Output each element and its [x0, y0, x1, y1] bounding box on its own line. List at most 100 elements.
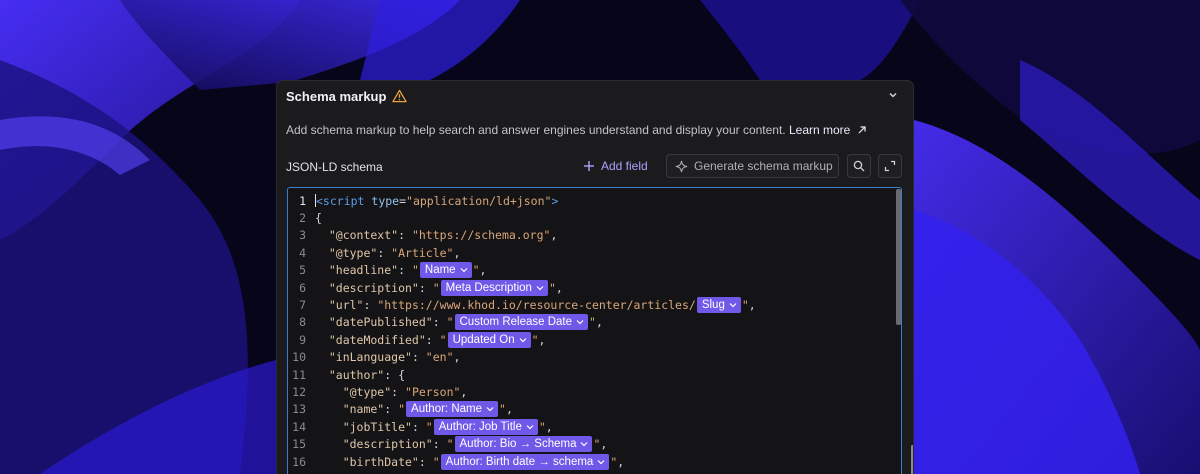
sparkle-icon: [675, 160, 688, 172]
line-number: 9: [299, 332, 306, 347]
chevron-down-icon: [536, 285, 544, 291]
line-number: 13: [292, 402, 306, 417]
variable-token[interactable]: Author: Name: [406, 401, 498, 418]
schema-label: JSON-LD schema: [286, 160, 383, 174]
code-token: ,: [550, 228, 558, 243]
code-line[interactable]: 3 "@context": "https://schema.org",: [288, 227, 557, 244]
code-token: "birthDate": [315, 454, 419, 469]
code-line[interactable]: 4 "@type": "Article",: [288, 244, 460, 261]
panel-scrollbar[interactable]: [911, 445, 913, 474]
variable-token-label: Author: Name: [411, 403, 482, 416]
code-token: ": [610, 454, 618, 469]
expand-button[interactable]: [878, 154, 902, 178]
code-line[interactable]: 17 "birthPlace": {: [288, 470, 446, 474]
code-line[interactable]: 15 "description": " Author: Bio → Schema "…: [288, 436, 607, 453]
code-token: :: [432, 437, 447, 452]
code-token: ,: [600, 437, 608, 452]
code-token: ": [411, 263, 419, 278]
code-line[interactable]: 13 "name": " Author: Name ",: [288, 401, 513, 418]
code-token: ,: [617, 454, 625, 469]
code-token: "description": [315, 280, 419, 295]
code-token: ,: [479, 263, 487, 278]
search-button[interactable]: [847, 154, 871, 178]
code-line[interactable]: 11 "author": {: [288, 366, 405, 383]
code-token: ,: [748, 298, 756, 313]
code-token: :: [411, 350, 426, 365]
code-token: ,: [555, 280, 563, 295]
code-token: "url": [315, 298, 364, 313]
arrow-up-right-icon: [858, 126, 866, 134]
code-token: =: [399, 193, 407, 208]
code-token: "Person": [405, 385, 461, 400]
plus-icon: [584, 161, 594, 171]
line-number: 15: [292, 437, 306, 452]
code-token: ": [531, 332, 539, 347]
code-editor[interactable]: 1 <script type = "application/ld+json" >2{3 …: [287, 187, 902, 474]
line-number: 3: [299, 228, 306, 243]
variable-token-label: Updated On: [452, 333, 515, 346]
code-token: ": [589, 315, 596, 330]
code-token: >: [551, 193, 559, 208]
code-token: "dateModified": [315, 332, 426, 347]
line-number: 7: [299, 298, 306, 313]
variable-token[interactable]: Name: [419, 262, 472, 279]
chevron-down-icon[interactable]: [887, 89, 899, 101]
variable-token[interactable]: Meta Description: [440, 279, 548, 296]
editor-scrollbar[interactable]: [896, 189, 901, 325]
code-token: type: [371, 193, 400, 208]
code-token: ": [446, 315, 454, 330]
generate-schema-button[interactable]: Generate schema markup: [666, 154, 839, 178]
chevron-down-icon: [519, 337, 527, 343]
code-line[interactable]: 7 "url": "https://www.khod.io/resource-c…: [288, 296, 756, 314]
variable-token-label: Author: Birth date → schema: [445, 455, 594, 468]
panel-header[interactable]: Schema markup: [277, 81, 913, 111]
code-token: :: [425, 332, 440, 347]
code-line[interactable]: 10 "inLanguage": "en",: [288, 349, 460, 366]
code-line[interactable]: 12 "@type": "Person",: [288, 383, 467, 400]
code-token: :: [418, 280, 433, 295]
code-token: :: [398, 228, 412, 243]
code-token: :: [398, 263, 412, 278]
code-token: "en": [425, 350, 454, 365]
add-field-button[interactable]: Add field: [583, 155, 648, 177]
code-token: ": [446, 437, 454, 452]
variable-token[interactable]: Slug: [696, 297, 741, 314]
variable-token[interactable]: Author: Birth date → schema: [440, 453, 610, 470]
learn-more-link[interactable]: Learn more: [789, 123, 867, 137]
code-token: "@type": [315, 385, 392, 400]
code-line[interactable]: 6 "description": " Meta Description ",: [288, 279, 563, 296]
code-line[interactable]: 1 <script type = "application/ld+json" >: [288, 192, 558, 209]
code-token: :: [377, 245, 392, 260]
code-line[interactable]: 5 "headline": " Name ",: [288, 262, 486, 279]
chevron-down-icon: [526, 424, 534, 430]
schema-markup-panel: Schema markup Add schema markup to help …: [276, 80, 914, 474]
variable-token[interactable]: Updated On: [447, 331, 531, 348]
code-line[interactable]: 9 "dateModified": " Updated On ",: [288, 331, 545, 348]
code-token: ": [593, 437, 601, 452]
code-line[interactable]: 8 "datePublished": " Custom Release Date "…: [288, 314, 603, 331]
code-token: ": [741, 298, 749, 313]
code-token: ,: [453, 245, 461, 260]
code-token: ": [425, 419, 433, 434]
code-token: "@type": [315, 245, 378, 260]
code-line[interactable]: 2{: [288, 209, 322, 226]
code-token: "datePublished": [315, 315, 433, 330]
variable-token[interactable]: Author: Bio → Schema: [454, 436, 593, 453]
variable-token[interactable]: Custom Release Date: [454, 314, 588, 331]
code-token: ,: [505, 402, 513, 417]
variable-token-label: Name: [424, 264, 456, 277]
code-token: "https://www.khod.io/resource-center/art…: [377, 298, 696, 313]
code-line[interactable]: 14 "jobTitle": " Author: Job Title ",: [288, 418, 553, 435]
code-token: "@context": [315, 228, 399, 243]
code-line[interactable]: 16 "birthDate": " Author: Birth date → sc…: [288, 453, 624, 470]
line-number: 6: [299, 280, 306, 295]
line-number: 10: [292, 350, 306, 365]
code-token: ": [548, 280, 556, 295]
variable-token[interactable]: Author: Job Title: [433, 418, 538, 435]
code-token: "description": [315, 437, 433, 452]
panel-title: Schema markup: [286, 88, 387, 104]
code-token: ": [432, 454, 440, 469]
code-token: "application/ld+json": [406, 193, 552, 208]
code-token: "https://schema.org": [411, 228, 551, 243]
code-token: :: [391, 385, 406, 400]
